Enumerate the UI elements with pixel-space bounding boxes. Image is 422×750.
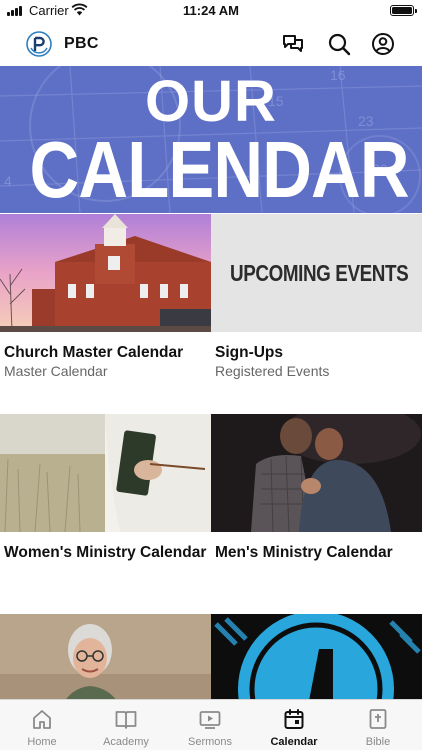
card-title: Men's Ministry Calendar: [215, 544, 393, 561]
youth-logo-image: [211, 614, 422, 699]
card-title: Sign-Ups: [215, 344, 284, 361]
search-icon: [328, 33, 351, 56]
home-icon: [33, 710, 51, 729]
tab-academy[interactable]: Academy: [84, 700, 168, 750]
church-building-image: [0, 214, 211, 332]
tab-label: Sermons: [187, 736, 233, 748]
banner-title-line2: CALENDAR: [29, 125, 410, 213]
tab-home[interactable]: Home: [0, 700, 84, 750]
svg-text:4: 4: [4, 173, 12, 189]
elderly-woman-image: [0, 614, 211, 699]
calendar-banner: 16 23 30 15 4 OUR CALENDAR: [0, 66, 422, 213]
calendar-icon: [284, 709, 304, 729]
clock-time: 11:24 AM: [183, 3, 239, 18]
woman-with-bible-image: [0, 414, 211, 532]
tab-label: Calendar: [270, 736, 318, 748]
tab-bible[interactable]: Bible: [336, 700, 420, 750]
men-praying-image: [211, 414, 422, 532]
tab-label: Bible: [365, 736, 391, 748]
tab-calendar[interactable]: Calendar: [252, 700, 336, 750]
bottom-tab-bar: Home Academy Sermons Calendar Bible: [0, 699, 422, 750]
status-bar: Carrier 11:24 AM: [0, 0, 422, 22]
card-title: Church Master Calendar: [4, 344, 184, 361]
bible-icon: [369, 709, 387, 729]
tab-sermons[interactable]: Sermons: [168, 700, 252, 750]
card-subtitle: Master Calendar: [4, 363, 108, 379]
chat-button[interactable]: [280, 31, 306, 57]
card-title: Women's Ministry Calendar: [4, 544, 207, 561]
tab-label: Home: [27, 736, 57, 748]
card-subtitle: Registered Events: [215, 363, 330, 379]
upcoming-events-text: UPCOMING EVENTS: [229, 260, 409, 286]
battery-icon: [390, 5, 417, 16]
app-title: PBC: [64, 35, 99, 52]
calendar-list: 16 23 30 15 4 OUR CALENDAR Church Master…: [0, 66, 422, 699]
profile-button[interactable]: [370, 31, 396, 57]
tab-label: Academy: [103, 736, 149, 748]
profile-icon: [372, 33, 394, 55]
upcoming-events-image: UPCOMING EVENTS: [211, 214, 422, 332]
chat-icon: [283, 35, 303, 52]
search-button[interactable]: [326, 31, 352, 57]
video-icon: [199, 711, 221, 729]
logo-icon: [26, 31, 52, 57]
book-icon: [115, 711, 137, 729]
app-header: PBC: [0, 22, 422, 66]
